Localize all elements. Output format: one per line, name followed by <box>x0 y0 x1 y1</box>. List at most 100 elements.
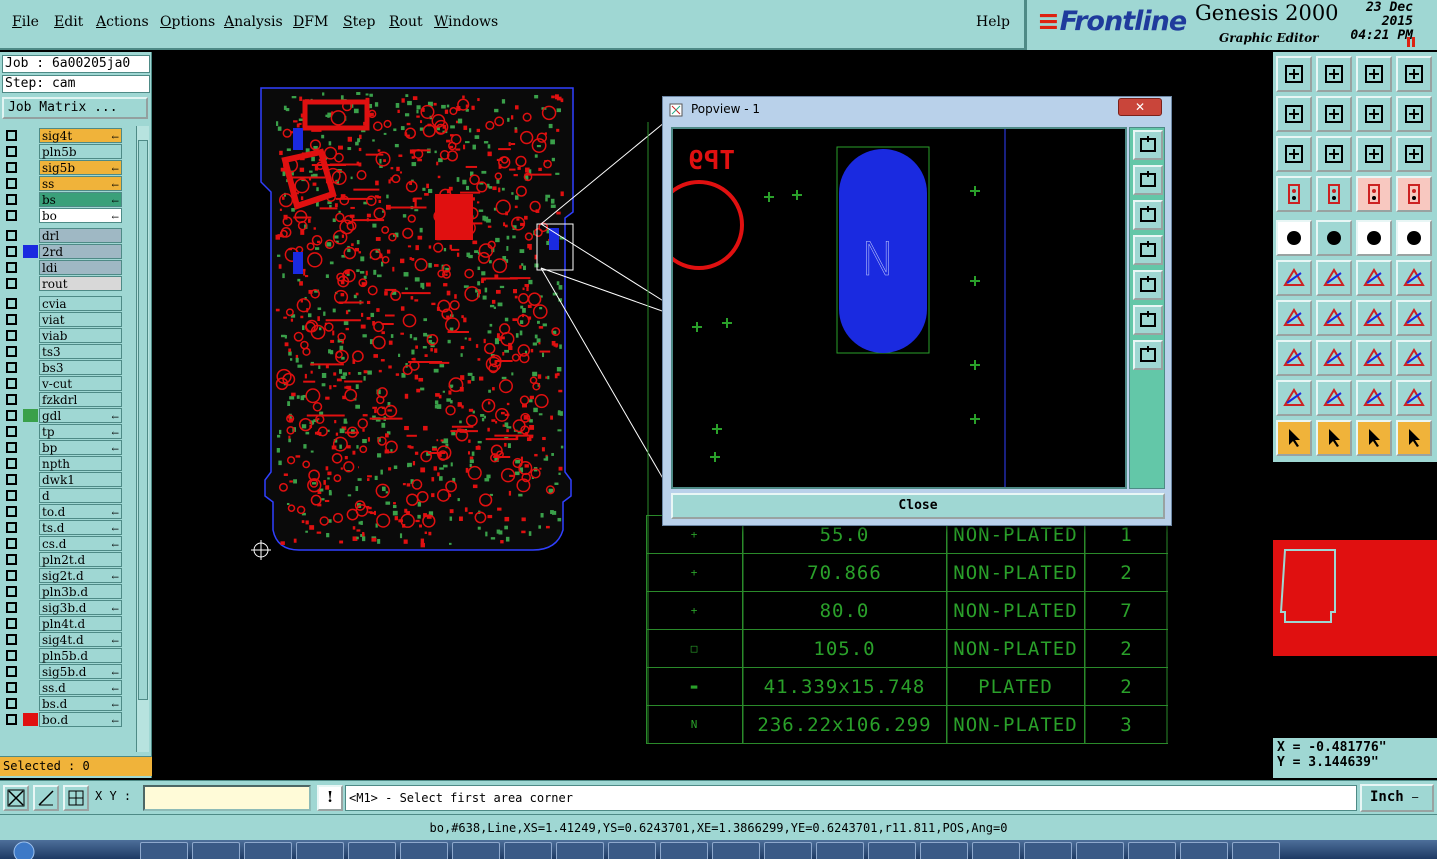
layer-row[interactable]: sig3b.d ← <box>2 600 136 615</box>
layer-color-swatch[interactable] <box>23 229 38 242</box>
exclamation-button[interactable]: ! <box>317 785 343 811</box>
grid-icon[interactable] <box>63 785 89 811</box>
center-icon[interactable] <box>1316 136 1352 172</box>
layer-row[interactable]: sig4t ← <box>2 128 136 143</box>
layer-color-swatch[interactable] <box>23 345 38 358</box>
pen-icon[interactable] <box>1316 300 1352 336</box>
layer-name[interactable]: v-cut <box>39 376 122 391</box>
layer-checkbox[interactable] <box>6 506 17 517</box>
layer-color-swatch[interactable] <box>23 649 38 662</box>
layer-name[interactable]: tp ← <box>39 424 122 439</box>
layers-red-alt-icon[interactable] <box>1396 176 1432 212</box>
layer-row[interactable]: bs3 <box>2 360 136 375</box>
layer-color-swatch[interactable] <box>23 665 38 678</box>
layer-color-swatch[interactable] <box>23 177 38 190</box>
layer-name[interactable]: bp ← <box>39 440 122 455</box>
taskbar-item[interactable] <box>504 842 552 859</box>
pop-left-icon[interactable] <box>1133 235 1163 265</box>
redraw-icon[interactable] <box>1396 96 1432 132</box>
select-box-icon[interactable] <box>1316 420 1352 456</box>
layer-checkbox[interactable] <box>6 602 17 613</box>
layer-row[interactable]: cvia <box>2 296 136 311</box>
layer-color-swatch[interactable] <box>23 161 38 174</box>
swap-icon[interactable] <box>1356 96 1392 132</box>
layer-color-swatch[interactable] <box>23 601 38 614</box>
peak-icon[interactable] <box>1316 380 1352 416</box>
taskbar-item[interactable] <box>1024 842 1072 859</box>
overview-window[interactable] <box>1273 462 1437 738</box>
layer-name[interactable]: bs ← <box>39 192 122 207</box>
units-selector[interactable]: Inch ─ <box>1360 784 1434 812</box>
taskbar-item[interactable] <box>400 842 448 859</box>
rotate-icon[interactable] <box>1356 300 1392 336</box>
layer-color-swatch[interactable] <box>23 617 38 630</box>
layer-name[interactable]: ss ← <box>39 176 122 191</box>
layer-checkbox[interactable] <box>6 570 17 581</box>
xy-input[interactable] <box>143 785 311 811</box>
menu-edit[interactable]: Edit <box>54 14 83 30</box>
layer-checkbox[interactable] <box>6 162 17 173</box>
layer-row[interactable]: ts3 <box>2 344 136 359</box>
layer-color-swatch[interactable] <box>23 713 38 726</box>
layer-checkbox[interactable] <box>6 394 17 405</box>
menu-analysis[interactable]: Analysis <box>224 14 283 30</box>
move-down-icon[interactable] <box>1316 56 1352 92</box>
layer-checkbox[interactable] <box>6 522 17 533</box>
pop-zoom-icon[interactable] <box>1133 130 1163 160</box>
pad-icon[interactable] <box>1276 220 1312 256</box>
layer-row[interactable]: sig2t.d ← <box>2 568 136 583</box>
arc-icon[interactable] <box>1356 260 1392 296</box>
layer-name[interactable]: viat <box>39 312 122 327</box>
select-icon[interactable] <box>1276 420 1312 456</box>
settings-icon[interactable] <box>1276 176 1312 212</box>
layer-color-swatch[interactable] <box>23 377 38 390</box>
layer-row[interactable]: pln5b <box>2 144 136 159</box>
help-icon[interactable] <box>1396 136 1432 172</box>
layer-name[interactable]: pln4t.d <box>39 616 122 631</box>
taskbar-item[interactable] <box>920 842 968 859</box>
layer-color-swatch[interactable] <box>23 313 38 326</box>
vector-icon[interactable] <box>1396 260 1432 296</box>
layer-name[interactable]: sig5b ← <box>39 160 122 175</box>
ruler-icon[interactable] <box>1356 220 1392 256</box>
layer-checkbox[interactable] <box>6 442 17 453</box>
layer-color-swatch[interactable] <box>23 409 38 422</box>
layer-color-swatch[interactable] <box>23 329 38 342</box>
layer-row[interactable]: cs.d ← <box>2 536 136 551</box>
pop-up-icon[interactable] <box>1133 165 1163 195</box>
layer-row[interactable]: dwk1 <box>2 472 136 487</box>
menu-options[interactable]: Options <box>160 14 215 30</box>
layer-checkbox[interactable] <box>6 146 17 157</box>
menu-windows[interactable]: Windows <box>434 14 498 30</box>
layer-checkbox[interactable] <box>6 262 17 273</box>
line-icon[interactable] <box>1316 220 1352 256</box>
layer-checkbox[interactable] <box>6 458 17 469</box>
layer-color-swatch[interactable] <box>23 425 38 438</box>
taskbar-item[interactable] <box>1128 842 1176 859</box>
taskbar-item[interactable] <box>192 842 240 859</box>
layer-row[interactable]: bo.d ← <box>2 712 136 727</box>
layer-name[interactable]: sig3b.d ← <box>39 600 122 615</box>
layer-row[interactable]: ldi <box>2 260 136 275</box>
layer-name[interactable]: bs.d ← <box>39 696 122 711</box>
pin-icon[interactable] <box>1316 176 1352 212</box>
menu-dfm[interactable]: DFM <box>293 14 328 30</box>
layer-name[interactable]: ss.d ← <box>39 680 122 695</box>
snap-icon[interactable] <box>3 785 29 811</box>
layer-name[interactable]: ldi <box>39 260 122 275</box>
taskbar-item[interactable] <box>1076 842 1124 859</box>
taskbar-item[interactable] <box>556 842 604 859</box>
layer-name[interactable]: pln5b.d <box>39 648 122 663</box>
taskbar-item[interactable] <box>452 842 500 859</box>
layer-checkbox[interactable] <box>6 298 17 309</box>
taskbar-item[interactable] <box>140 842 188 859</box>
layer-name[interactable]: sig4t.d ← <box>39 632 122 647</box>
layer-checkbox[interactable] <box>6 618 17 629</box>
layer-row[interactable]: bs.d ← <box>2 696 136 711</box>
start-button-icon[interactable] <box>4 840 44 859</box>
layer-checkbox[interactable] <box>6 650 17 661</box>
layer-checkbox[interactable] <box>6 230 17 241</box>
taskbar-item[interactable] <box>1180 842 1228 859</box>
layer-checkbox[interactable] <box>6 698 17 709</box>
layer-name[interactable]: gdl ← <box>39 408 122 423</box>
